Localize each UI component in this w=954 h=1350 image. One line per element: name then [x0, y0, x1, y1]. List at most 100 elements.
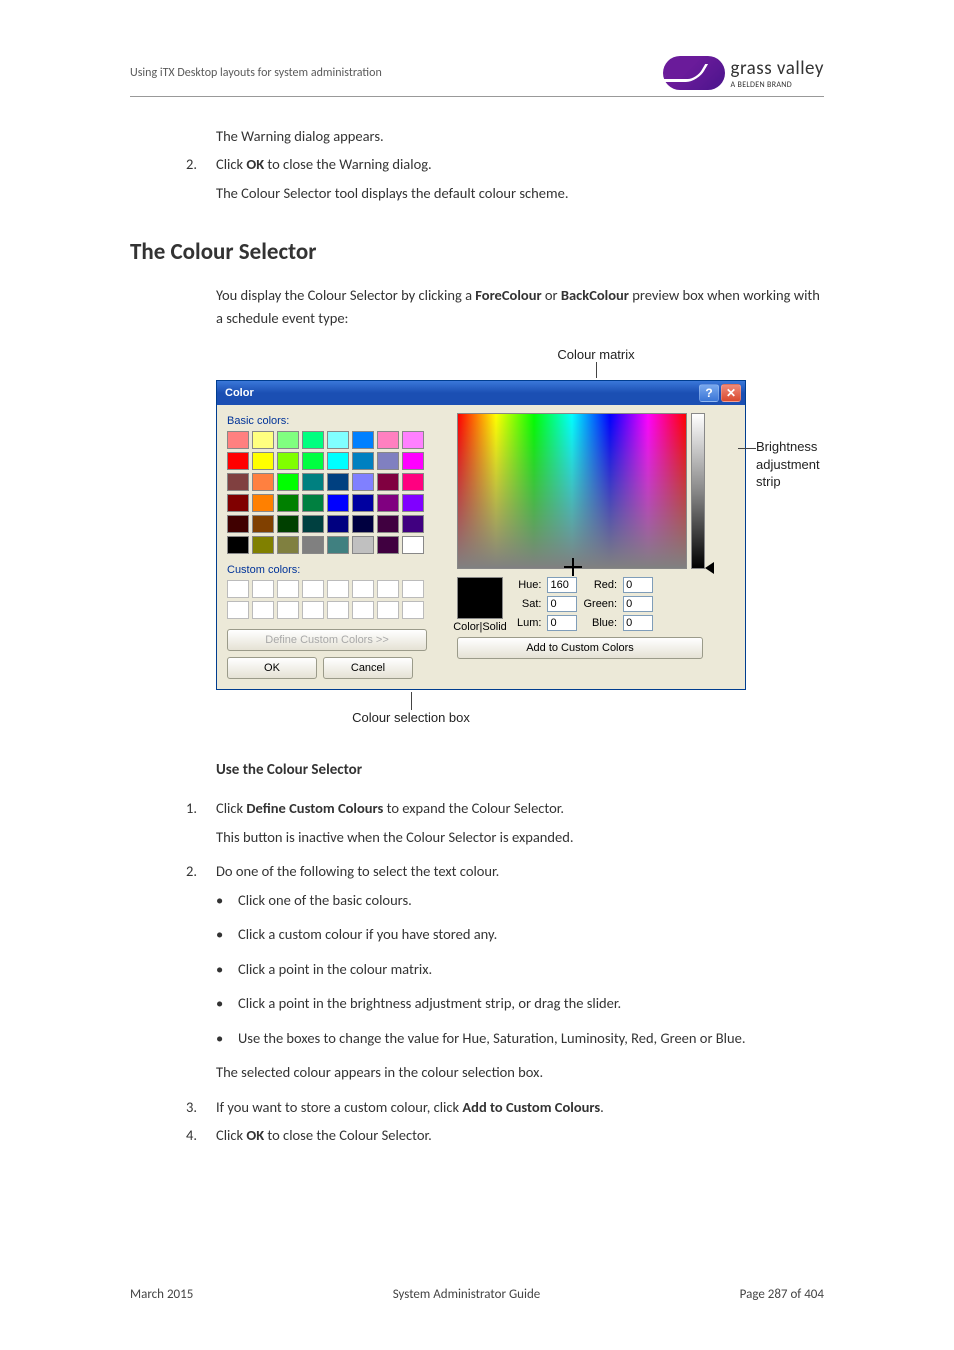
basic-color-swatch[interactable] [302, 473, 324, 491]
basic-color-swatch[interactable] [252, 494, 274, 512]
basic-color-swatch[interactable] [402, 473, 424, 491]
basic-color-swatch[interactable] [327, 515, 349, 533]
hue-label: Hue: [517, 579, 541, 591]
basic-color-swatch[interactable] [377, 473, 399, 491]
add-custom-button[interactable]: Add to Custom Colors [457, 637, 703, 659]
step-text: If you want to store a custom colour, cl… [216, 1096, 604, 1118]
close-button[interactable]: ✕ [721, 384, 741, 402]
custom-colors-grid [227, 580, 447, 619]
step-number: 1. [186, 797, 202, 819]
basic-color-swatch[interactable] [302, 431, 324, 449]
custom-color-swatch[interactable] [277, 580, 299, 598]
green-input[interactable] [623, 596, 653, 612]
bullet-text: Click one of the basic colours. [238, 889, 412, 911]
basic-color-swatch[interactable] [377, 431, 399, 449]
brightness-slider-icon[interactable] [705, 562, 714, 574]
basic-color-swatch[interactable] [302, 536, 324, 554]
basic-color-swatch[interactable] [377, 536, 399, 554]
ok-button[interactable]: OK [227, 657, 317, 679]
dialog-titlebar[interactable]: Color ? ✕ [217, 381, 745, 405]
custom-color-swatch[interactable] [252, 580, 274, 598]
step-number: 3. [186, 1096, 202, 1118]
basic-color-swatch[interactable] [352, 452, 374, 470]
basic-color-swatch[interactable] [402, 431, 424, 449]
basic-color-swatch[interactable] [352, 494, 374, 512]
basic-color-swatch[interactable] [277, 515, 299, 533]
basic-color-swatch[interactable] [227, 452, 249, 470]
basic-color-swatch[interactable] [277, 494, 299, 512]
basic-color-swatch[interactable] [402, 494, 424, 512]
custom-color-swatch[interactable] [402, 580, 424, 598]
basic-color-swatch[interactable] [402, 452, 424, 470]
basic-color-swatch[interactable] [352, 536, 374, 554]
basic-color-swatch[interactable] [352, 515, 374, 533]
basic-color-swatch[interactable] [377, 494, 399, 512]
step-text: Click Define Custom Colours to expand th… [216, 797, 564, 819]
basic-color-swatch[interactable] [327, 536, 349, 554]
basic-color-swatch[interactable] [227, 431, 249, 449]
bullet-text: Click a custom colour if you have stored… [238, 923, 497, 945]
red-input[interactable] [623, 577, 653, 593]
basic-color-swatch[interactable] [377, 452, 399, 470]
custom-color-swatch[interactable] [352, 580, 374, 598]
sat-label: Sat: [517, 598, 541, 610]
custom-color-swatch[interactable] [277, 601, 299, 619]
custom-color-swatch[interactable] [227, 601, 249, 619]
basic-color-swatch[interactable] [227, 473, 249, 491]
brand-text: grass valley [731, 57, 825, 80]
basic-colors-label: Basic colors: [227, 415, 447, 427]
cancel-button[interactable]: Cancel [323, 657, 413, 679]
brightness-strip[interactable] [691, 413, 705, 569]
basic-color-swatch[interactable] [277, 452, 299, 470]
basic-color-swatch[interactable] [327, 452, 349, 470]
custom-color-swatch[interactable] [302, 601, 324, 619]
basic-color-swatch[interactable] [352, 473, 374, 491]
annotation-line [738, 448, 756, 449]
green-label: Green: [583, 598, 617, 610]
basic-color-swatch[interactable] [277, 473, 299, 491]
custom-color-swatch[interactable] [227, 580, 249, 598]
custom-color-swatch[interactable] [352, 601, 374, 619]
basic-color-swatch[interactable] [402, 515, 424, 533]
basic-color-swatch[interactable] [277, 431, 299, 449]
basic-color-swatch[interactable] [352, 431, 374, 449]
step-note: This button is inactive when the Colour … [216, 826, 824, 848]
custom-color-swatch[interactable] [377, 601, 399, 619]
bullet-icon: • [216, 1027, 226, 1049]
basic-color-swatch[interactable] [252, 431, 274, 449]
help-button[interactable]: ? [699, 384, 719, 402]
basic-color-swatch[interactable] [227, 536, 249, 554]
basic-color-swatch[interactable] [402, 536, 424, 554]
basic-color-swatch[interactable] [302, 515, 324, 533]
basic-color-swatch[interactable] [327, 431, 349, 449]
hue-input[interactable] [547, 577, 577, 593]
custom-color-swatch[interactable] [327, 601, 349, 619]
custom-color-swatch[interactable] [377, 580, 399, 598]
custom-color-swatch[interactable] [402, 601, 424, 619]
blue-input[interactable] [623, 615, 653, 631]
basic-color-swatch[interactable] [252, 452, 274, 470]
step-text: Click OK to close the Colour Selector. [216, 1124, 432, 1146]
basic-color-swatch[interactable] [327, 494, 349, 512]
define-custom-button[interactable]: Define Custom Colors >> [227, 629, 427, 651]
sat-input[interactable] [547, 596, 577, 612]
basic-color-swatch[interactable] [227, 515, 249, 533]
basic-color-swatch[interactable] [327, 473, 349, 491]
basic-color-swatch[interactable] [252, 536, 274, 554]
custom-color-swatch[interactable] [327, 580, 349, 598]
basic-color-swatch[interactable] [277, 536, 299, 554]
basic-color-swatch[interactable] [252, 473, 274, 491]
basic-color-swatch[interactable] [252, 515, 274, 533]
colour-matrix[interactable] [457, 413, 687, 569]
custom-color-swatch[interactable] [252, 601, 274, 619]
basic-color-swatch[interactable] [302, 452, 324, 470]
basic-color-swatch[interactable] [227, 494, 249, 512]
step-text: Do one of the following to select the te… [216, 860, 499, 882]
custom-colors-label: Custom colors: [227, 564, 447, 576]
basic-color-swatch[interactable] [302, 494, 324, 512]
lum-input[interactable] [547, 615, 577, 631]
brand-logo: grass valley A BELDEN BRAND [663, 56, 825, 90]
custom-color-swatch[interactable] [302, 580, 324, 598]
basic-color-swatch[interactable] [377, 515, 399, 533]
blue-label: Blue: [583, 617, 617, 629]
